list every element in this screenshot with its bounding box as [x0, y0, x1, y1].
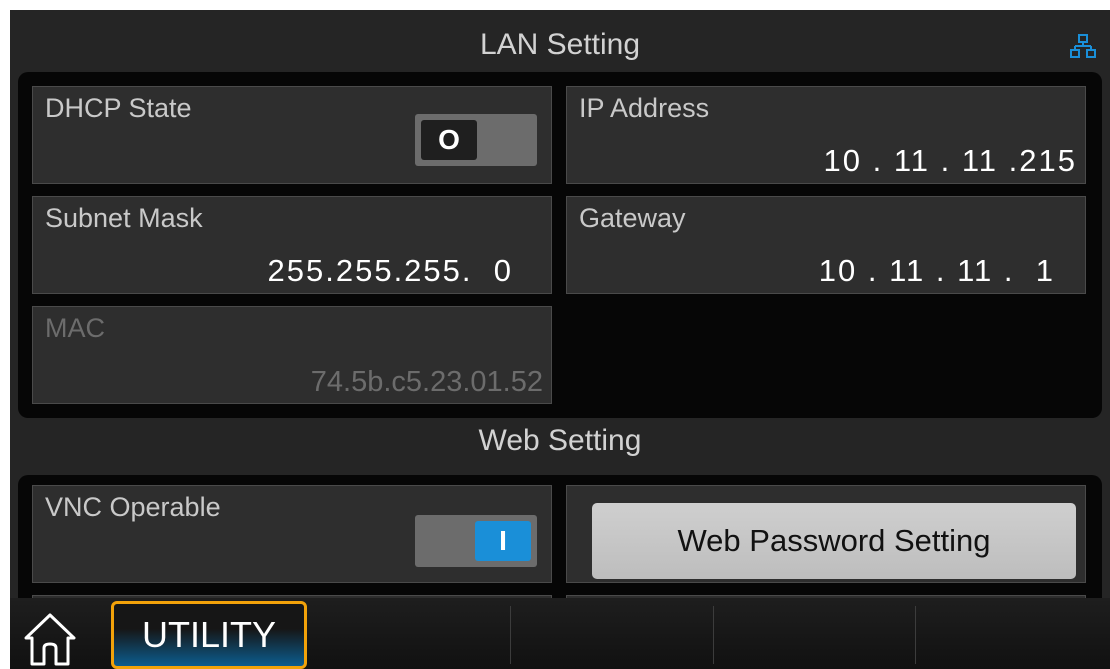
tab-divider	[713, 606, 714, 664]
dhcp-state-toggle[interactable]: O	[415, 114, 537, 166]
gateway-label: Gateway	[579, 203, 686, 233]
bottom-navigation-bar: UTILITY	[10, 598, 1110, 669]
web-password-setting-button[interactable]: Web Password Setting	[592, 503, 1076, 579]
mac-cell: MAC 74.5b.c5.23.01.52	[32, 306, 552, 404]
home-icon[interactable]	[20, 608, 80, 668]
ip-address-label: IP Address	[579, 93, 710, 123]
mac-value: 74.5b.c5.23.01.52	[310, 366, 543, 398]
ip-address-cell[interactable]: IP Address 10 . 11 . 11 .215	[566, 86, 1086, 184]
subnet-mask-value: 255.255.255. 0	[267, 253, 513, 288]
ip-address-value: 10 . 11 . 11 .215	[823, 143, 1077, 178]
toggle-knob-on: I	[475, 521, 531, 561]
lan-settings-panel: DHCP State O IP Address 10 . 11 . 11 .21…	[18, 72, 1102, 418]
vnc-operable-toggle[interactable]: I	[415, 515, 537, 567]
utility-tab[interactable]: UTILITY	[111, 601, 307, 669]
vnc-operable-cell[interactable]: VNC Operable I	[32, 485, 552, 583]
gateway-cell[interactable]: Gateway 10 . 11 . 11 . 1	[566, 196, 1086, 294]
vnc-operable-label: VNC Operable	[45, 492, 221, 522]
toggle-knob-off: O	[421, 120, 477, 160]
dhcp-state-label: DHCP State	[45, 93, 192, 123]
gateway-value: 10 . 11 . 11 . 1	[818, 253, 1055, 288]
network-icon	[1070, 34, 1096, 58]
dhcp-state-cell[interactable]: DHCP State O	[32, 86, 552, 184]
subnet-mask-label: Subnet Mask	[45, 203, 203, 233]
tab-divider	[510, 606, 511, 664]
lan-setting-title: LAN Setting	[479, 28, 641, 61]
web-setting-title: Web Setting	[478, 424, 642, 457]
utility-screen: LAN Setting DHCP State O IP Address 10 .…	[10, 10, 1110, 669]
tab-divider	[915, 606, 916, 664]
subnet-mask-cell[interactable]: Subnet Mask 255.255.255. 0	[32, 196, 552, 294]
mac-label: MAC	[45, 313, 105, 343]
